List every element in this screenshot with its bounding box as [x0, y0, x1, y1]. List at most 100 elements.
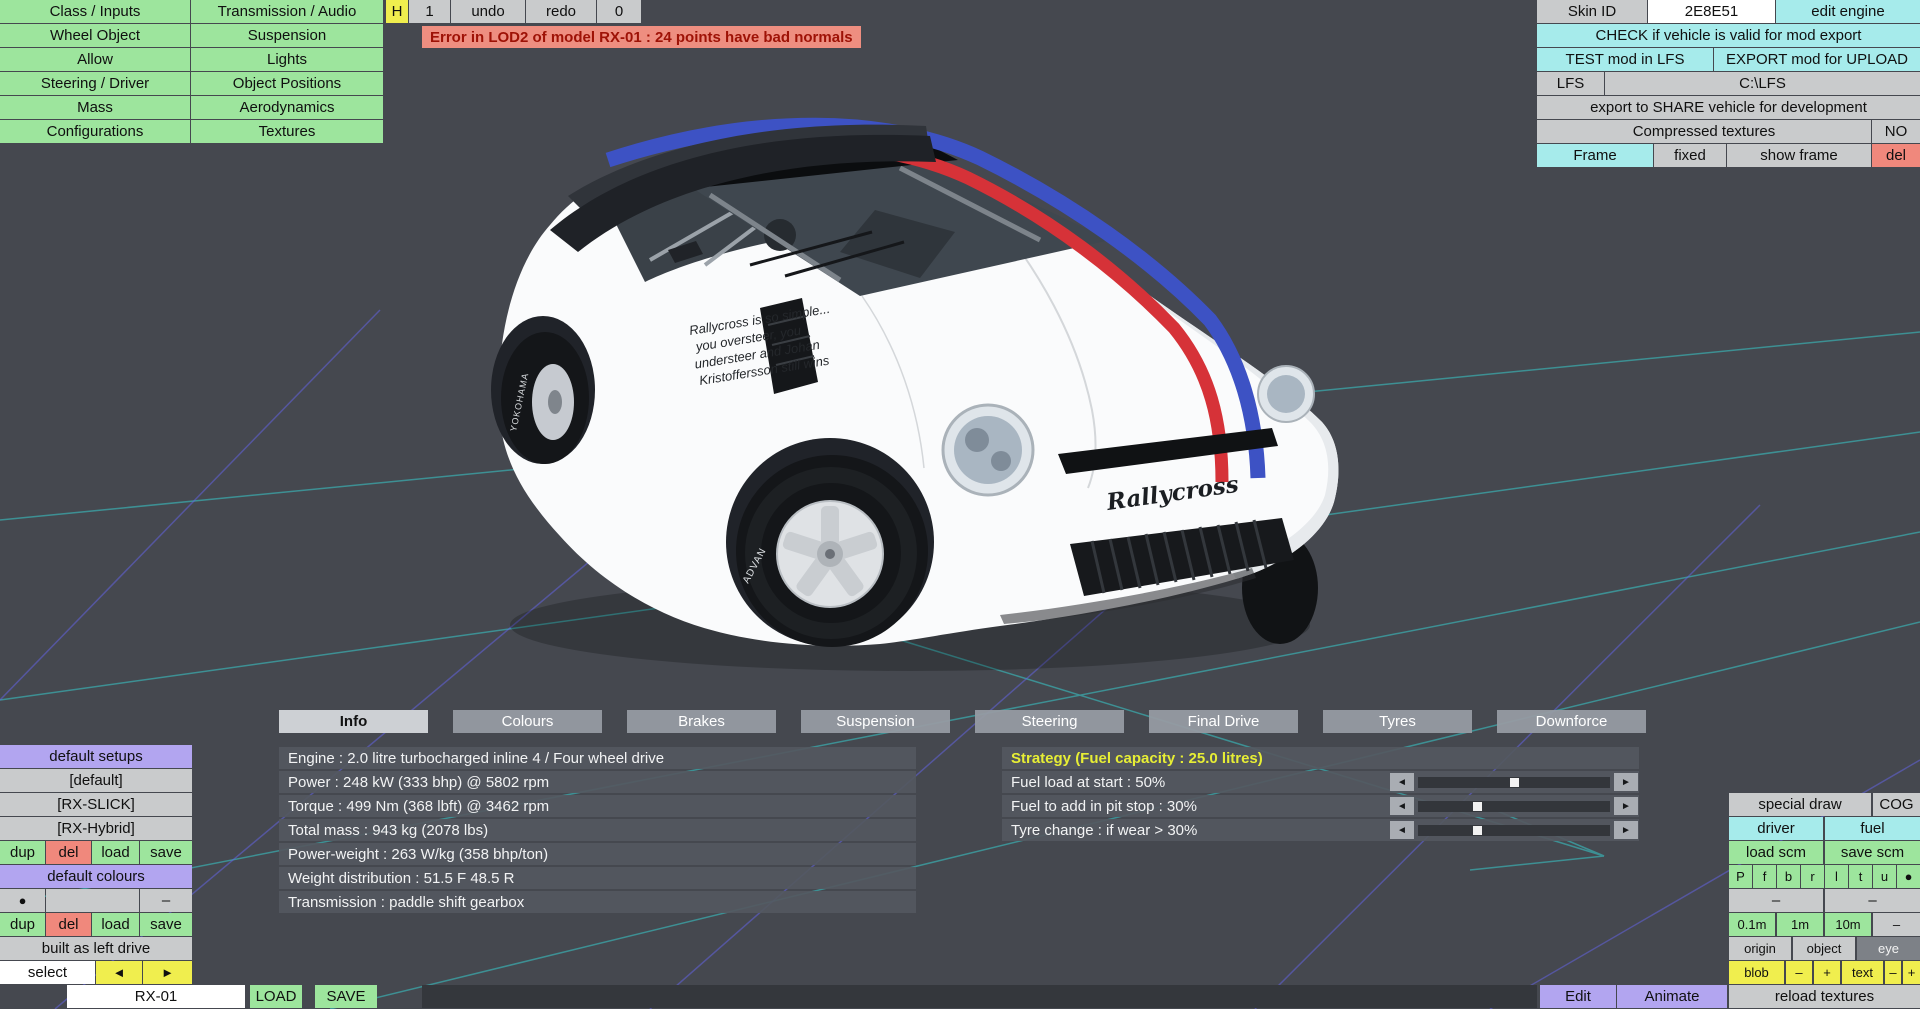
- check-vehicle-button[interactable]: CHECK if vehicle is valid for mod export: [1537, 24, 1920, 47]
- tyre-change-increase-button[interactable]: ►: [1614, 821, 1638, 839]
- toggle-f-button[interactable]: f: [1753, 865, 1776, 888]
- tab-brakes[interactable]: Brakes: [627, 710, 776, 733]
- undo-button[interactable]: undo: [451, 0, 525, 23]
- text-button[interactable]: text: [1842, 961, 1883, 984]
- fuel-load-slider-thumb[interactable]: [1509, 778, 1519, 787]
- tab-tyres[interactable]: Tyres: [1323, 710, 1472, 733]
- lfs-path[interactable]: C:\LFS: [1605, 72, 1920, 95]
- select-button[interactable]: select: [0, 961, 95, 984]
- blob-plus-button[interactable]: +: [1814, 961, 1840, 984]
- scale-minus-button[interactable]: –: [1873, 913, 1920, 936]
- text-minus-button[interactable]: –: [1885, 961, 1901, 984]
- scale-1m-button[interactable]: 1m: [1777, 913, 1823, 936]
- menu-textures[interactable]: Textures: [191, 120, 383, 143]
- reload-textures-button[interactable]: reload textures: [1729, 985, 1920, 1008]
- tab-suspension[interactable]: Suspension: [801, 710, 950, 733]
- tab-steering[interactable]: Steering: [975, 710, 1124, 733]
- menu-lights[interactable]: Lights: [191, 48, 383, 71]
- driver-button[interactable]: driver: [1729, 817, 1823, 840]
- text-plus-button[interactable]: +: [1903, 961, 1920, 984]
- blob-minus-button[interactable]: –: [1786, 961, 1812, 984]
- fuel-button[interactable]: fuel: [1825, 817, 1920, 840]
- model-load-button[interactable]: LOAD: [250, 985, 302, 1008]
- share-export-button[interactable]: export to SHARE vehicle for development: [1537, 96, 1920, 119]
- skin-id-value[interactable]: 2E8E51: [1648, 0, 1775, 23]
- scale-10m-button[interactable]: 10m: [1825, 913, 1871, 936]
- frame-button[interactable]: Frame: [1537, 144, 1653, 167]
- colour-load-button[interactable]: load: [92, 913, 139, 936]
- select-next-button[interactable]: ►: [143, 961, 192, 984]
- compressed-textures-label[interactable]: Compressed textures: [1537, 120, 1871, 143]
- menu-allow[interactable]: Allow: [0, 48, 190, 71]
- edit-mode-button[interactable]: Edit: [1540, 985, 1616, 1008]
- toggle-b-button[interactable]: b: [1777, 865, 1800, 888]
- eye-button[interactable]: eye: [1857, 937, 1920, 960]
- colour-dup-button[interactable]: dup: [0, 913, 45, 936]
- menu-configurations[interactable]: Configurations: [0, 120, 190, 143]
- toggle-p-button[interactable]: P: [1729, 865, 1752, 888]
- frame-del-button[interactable]: del: [1872, 144, 1920, 167]
- save-scm-button[interactable]: save scm: [1825, 841, 1920, 864]
- fuel-load-decrease-button[interactable]: ◄: [1390, 773, 1414, 791]
- tyre-change-slider-thumb[interactable]: [1472, 826, 1482, 835]
- setup-dup-button[interactable]: dup: [0, 841, 45, 864]
- tyre-change-decrease-button[interactable]: ◄: [1390, 821, 1414, 839]
- setup-default[interactable]: [default]: [0, 769, 192, 792]
- fuel-pit-decrease-button[interactable]: ◄: [1390, 797, 1414, 815]
- toggle-dot-button[interactable]: ●: [1897, 865, 1920, 888]
- origin-button[interactable]: origin: [1729, 937, 1791, 960]
- colour-minus-button[interactable]: –: [140, 889, 192, 912]
- animate-mode-button[interactable]: Animate: [1617, 985, 1727, 1008]
- setup-save-button[interactable]: save: [140, 841, 192, 864]
- default-setups-button[interactable]: default setups: [0, 745, 192, 768]
- scale-01m-button[interactable]: 0.1m: [1729, 913, 1775, 936]
- menu-aerodynamics[interactable]: Aerodynamics: [191, 96, 383, 119]
- load-scm-button[interactable]: load scm: [1729, 841, 1823, 864]
- setup-rx-hybrid[interactable]: [RX-Hybrid]: [0, 817, 192, 840]
- object-button[interactable]: object: [1793, 937, 1855, 960]
- special-draw-button[interactable]: special draw: [1729, 793, 1871, 816]
- tab-downforce[interactable]: Downforce: [1497, 710, 1646, 733]
- compressed-textures-value[interactable]: NO: [1872, 120, 1920, 143]
- fuel-pit-slider[interactable]: [1418, 801, 1610, 812]
- test-mod-button[interactable]: TEST mod in LFS: [1537, 48, 1713, 71]
- menu-class-inputs[interactable]: Class / Inputs: [0, 0, 190, 23]
- menu-suspension[interactable]: Suspension: [191, 24, 383, 47]
- colour-save-button[interactable]: save: [140, 913, 192, 936]
- cog-button[interactable]: COG: [1873, 793, 1920, 816]
- tyre-change-slider[interactable]: [1418, 825, 1610, 836]
- colour-dot-button[interactable]: ●: [0, 889, 45, 912]
- colour-spacer-button[interactable]: [46, 889, 139, 912]
- fuel-pit-slider-thumb[interactable]: [1472, 802, 1482, 811]
- menu-object-positions[interactable]: Object Positions: [191, 72, 383, 95]
- export-mod-button[interactable]: EXPORT mod for UPLOAD: [1714, 48, 1920, 71]
- fuel-load-increase-button[interactable]: ►: [1614, 773, 1638, 791]
- fuel-load-slider[interactable]: [1418, 777, 1610, 788]
- history-h-button[interactable]: H: [386, 0, 408, 23]
- menu-steering-driver[interactable]: Steering / Driver: [0, 72, 190, 95]
- toggle-l-button[interactable]: l: [1825, 865, 1848, 888]
- blob-button[interactable]: blob: [1729, 961, 1784, 984]
- redo-count[interactable]: 0: [597, 0, 641, 23]
- redo-button[interactable]: redo: [526, 0, 596, 23]
- edit-engine-button[interactable]: edit engine: [1776, 0, 1920, 23]
- menu-wheel-object[interactable]: Wheel Object: [0, 24, 190, 47]
- tab-info[interactable]: Info: [279, 710, 428, 733]
- setup-load-button[interactable]: load: [92, 841, 139, 864]
- history-count[interactable]: 1: [409, 0, 450, 23]
- fuel-pit-increase-button[interactable]: ►: [1614, 797, 1638, 815]
- select-prev-button[interactable]: ◄: [96, 961, 142, 984]
- colour-del-button[interactable]: del: [46, 913, 91, 936]
- lfs-button[interactable]: LFS: [1537, 72, 1604, 95]
- minus-left-button[interactable]: –: [1729, 889, 1823, 912]
- built-as-left-drive[interactable]: built as left drive: [0, 937, 192, 960]
- minus-right-button[interactable]: –: [1825, 889, 1920, 912]
- tab-final-drive[interactable]: Final Drive: [1149, 710, 1298, 733]
- toggle-t-button[interactable]: t: [1849, 865, 1872, 888]
- menu-mass[interactable]: Mass: [0, 96, 190, 119]
- tab-colours[interactable]: Colours: [453, 710, 602, 733]
- model-name[interactable]: RX-01: [67, 985, 245, 1008]
- setup-rx-slick[interactable]: [RX-SLICK]: [0, 793, 192, 816]
- default-colours-button[interactable]: default colours: [0, 865, 192, 888]
- setup-del-button[interactable]: del: [46, 841, 91, 864]
